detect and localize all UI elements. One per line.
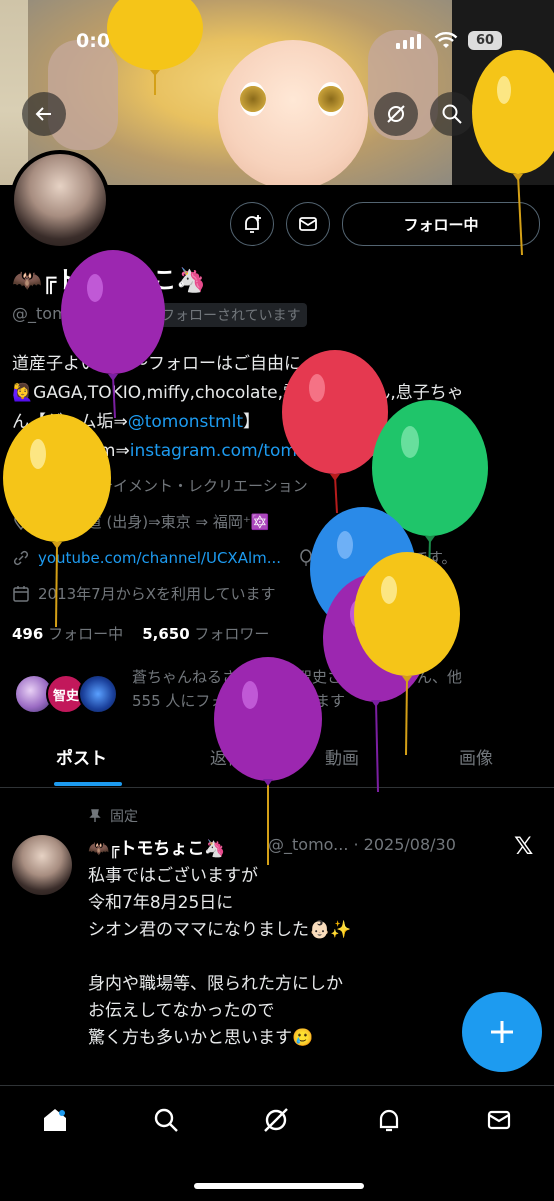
nav-messages[interactable] [479, 1100, 519, 1140]
birthday-balloon-yellow [354, 552, 460, 755]
nav-notifications[interactable] [369, 1100, 409, 1140]
search-icon [442, 104, 462, 124]
battery-icon: 60 [468, 31, 502, 50]
birthday-balloon-yellow [472, 50, 554, 255]
nav-search[interactable] [146, 1100, 186, 1140]
bell-icon [379, 1109, 399, 1132]
message-button[interactable] [286, 202, 330, 246]
birthday-balloon-purple [214, 657, 322, 865]
notify-button[interactable] [230, 202, 274, 246]
tab-posts[interactable]: ポスト [56, 744, 107, 769]
grok-button[interactable] [374, 92, 418, 136]
post-author-name[interactable]: 🦇╔トモちょこ🦄 [88, 834, 226, 859]
nav-home[interactable] [35, 1100, 75, 1140]
following-link[interactable]: 496 フォロー中 [12, 625, 123, 643]
grok-icon [387, 105, 405, 123]
x-logo-icon: 𝕏 [514, 832, 534, 860]
post-text-line: 身内や職場等、限られた方にしか [88, 974, 343, 994]
bio-text: 】 [243, 412, 261, 432]
compose-post-button[interactable] [462, 992, 542, 1072]
back-arrow-icon [35, 107, 51, 121]
followed-by-avatar-text: 智史 [52, 688, 79, 704]
banner-character-eye [318, 82, 344, 116]
plus-icon [491, 1021, 513, 1043]
search-button[interactable] [430, 92, 474, 136]
banner-character-face [218, 40, 368, 185]
home-indicator [194, 1183, 364, 1189]
followers-count: 5,650 [142, 625, 190, 643]
post-text-line: シオン君のママになりました👶🏻✨ [88, 920, 352, 940]
home-icon [44, 1109, 66, 1131]
post-author-avatar[interactable] [12, 835, 72, 895]
post-text-line: 令和7年8月25日に [88, 893, 234, 913]
following-count: 496 [12, 625, 44, 643]
back-button[interactable] [22, 92, 66, 136]
post-text-line: お伝えしてなかったので [88, 1001, 275, 1021]
mail-icon [299, 217, 317, 231]
banner-character-eye [240, 82, 266, 116]
pinned-text: 固定 [110, 809, 138, 825]
birthday-balloon-yellow [107, 0, 203, 95]
tab-images[interactable]: 画像 [459, 744, 493, 769]
battery-level: 60 [475, 33, 495, 48]
grok-icon [264, 1108, 288, 1132]
followers-link[interactable]: 5,650 フォロワー [142, 625, 269, 643]
pinned-label: 固定 [88, 806, 138, 826]
pin-icon [89, 809, 101, 822]
search-icon [154, 1108, 178, 1132]
follows-you-badge: フォローされています [155, 303, 307, 327]
active-tab-indicator [54, 782, 122, 786]
profile-avatar[interactable] [10, 150, 110, 250]
post-text-line: 驚く方も多いかと思います🥲 [88, 1028, 314, 1048]
nav-grok[interactable] [256, 1100, 296, 1140]
followed-by-avatar[interactable] [78, 674, 118, 714]
mail-icon [487, 1110, 511, 1130]
notification-bell-plus-icon [245, 215, 261, 233]
cellular-signal-icon [396, 34, 421, 49]
birthday-balloon-purple [61, 250, 165, 418]
wifi-icon [434, 32, 458, 48]
birthday-balloon-yellow [3, 414, 111, 627]
following-label: フォロー中 [48, 625, 124, 643]
followers-label: フォロワー [194, 625, 270, 643]
